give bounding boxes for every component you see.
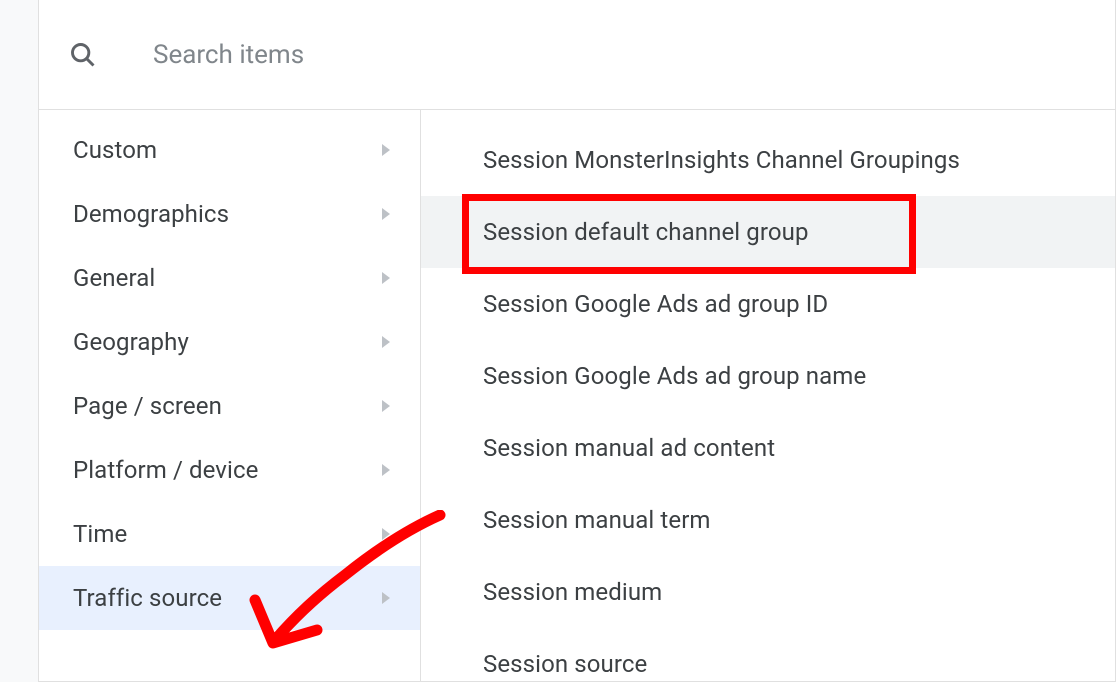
category-label: General (73, 264, 155, 292)
chevron-right-icon (382, 464, 390, 476)
chevron-right-icon (382, 272, 390, 284)
option-session-monsterinsights[interactable]: Session MonsterInsights Channel Grouping… (421, 124, 1115, 196)
option-label: Session medium (483, 578, 662, 606)
search-input[interactable] (153, 40, 1085, 70)
chevron-right-icon (382, 592, 390, 604)
category-label: Page / screen (73, 392, 222, 420)
option-label: Session manual term (483, 506, 711, 534)
chevron-right-icon (382, 528, 390, 540)
option-session-manual-term[interactable]: Session manual term (421, 484, 1115, 556)
category-label: Demographics (73, 200, 229, 228)
category-demographics[interactable]: Demographics (39, 182, 420, 246)
category-general[interactable]: General (39, 246, 420, 310)
chevron-right-icon (382, 400, 390, 412)
category-custom[interactable]: Custom (39, 118, 420, 182)
category-time[interactable]: Time (39, 502, 420, 566)
category-label: Traffic source (73, 584, 222, 612)
chevron-right-icon (382, 144, 390, 156)
option-session-google-ads-ad-group-name[interactable]: Session Google Ads ad group name (421, 340, 1115, 412)
chevron-right-icon (382, 336, 390, 348)
option-label: Session MonsterInsights Channel Grouping… (483, 146, 960, 174)
picker-content: Custom Demographics General Geography Pa… (39, 110, 1115, 681)
chevron-right-icon (382, 208, 390, 220)
category-list: Custom Demographics General Geography Pa… (39, 110, 421, 681)
search-icon (69, 41, 97, 69)
category-label: Platform / device (73, 456, 258, 484)
category-label: Custom (73, 136, 157, 164)
option-session-source[interactable]: Session source (421, 628, 1115, 681)
option-list: Session MonsterInsights Channel Grouping… (421, 110, 1115, 681)
option-label: Session Google Ads ad group name (483, 362, 866, 390)
category-geography[interactable]: Geography (39, 310, 420, 374)
option-session-google-ads-ad-group-id[interactable]: Session Google Ads ad group ID (421, 268, 1115, 340)
category-platform-device[interactable]: Platform / device (39, 438, 420, 502)
dimension-picker-panel: Custom Demographics General Geography Pa… (38, 0, 1116, 682)
search-bar (39, 0, 1115, 110)
option-label: Session Google Ads ad group ID (483, 290, 828, 318)
category-traffic-source[interactable]: Traffic source (39, 566, 420, 630)
category-label: Time (73, 520, 127, 548)
category-label: Geography (73, 328, 189, 356)
category-page-screen[interactable]: Page / screen (39, 374, 420, 438)
option-session-medium[interactable]: Session medium (421, 556, 1115, 628)
option-session-manual-ad-content[interactable]: Session manual ad content (421, 412, 1115, 484)
option-label: Session default channel group (483, 218, 809, 246)
option-label: Session manual ad content (483, 434, 775, 462)
option-session-default-channel-group[interactable]: Session default channel group (421, 196, 1115, 268)
option-label: Session source (483, 650, 647, 678)
